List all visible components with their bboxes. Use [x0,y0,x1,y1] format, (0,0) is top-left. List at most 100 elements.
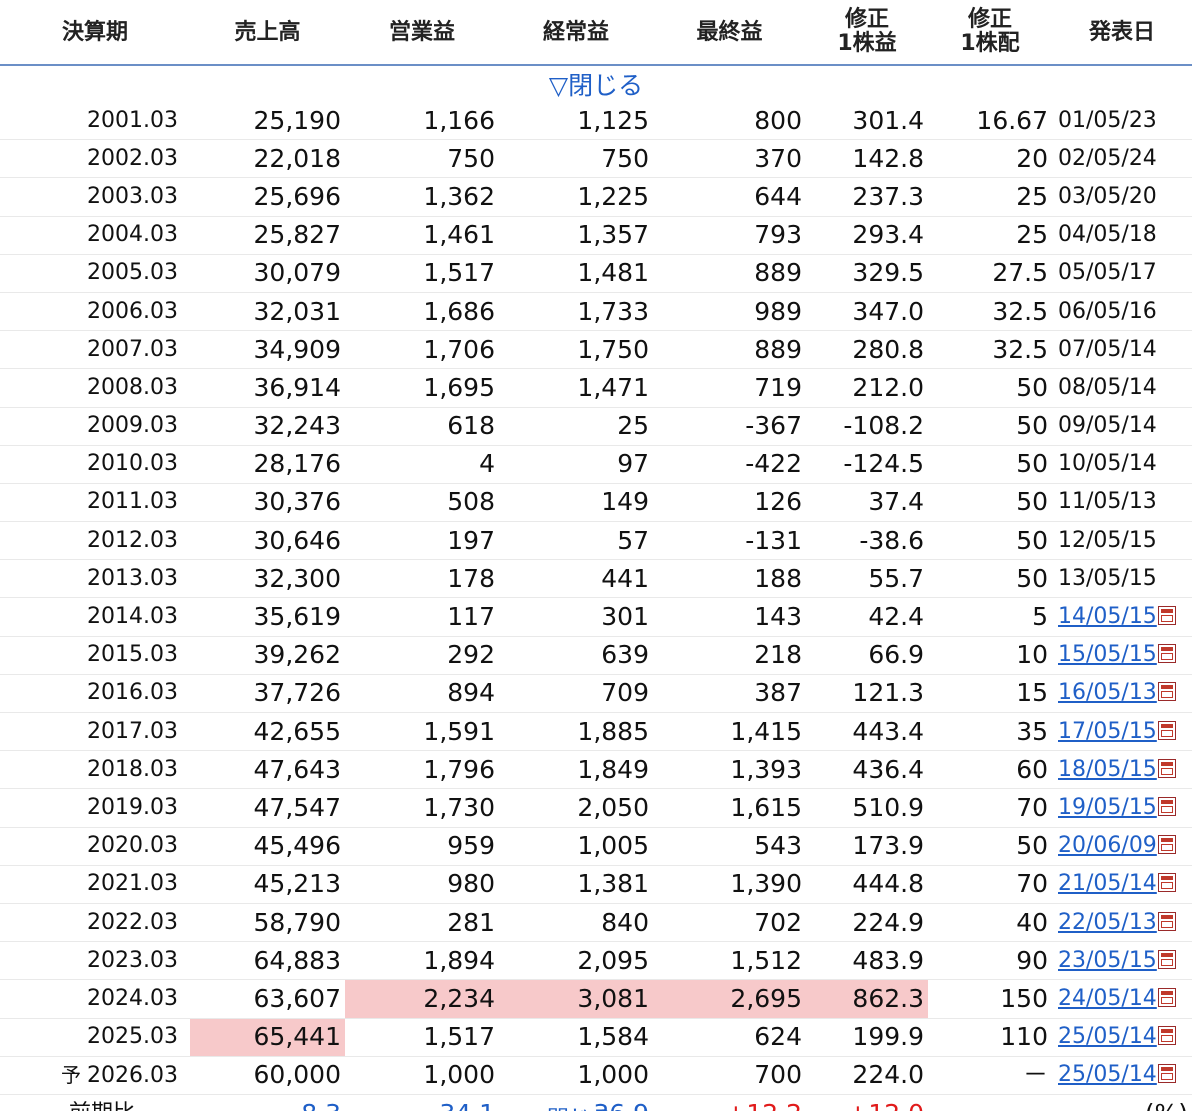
cell-net-profit: 143 [653,597,806,637]
cell-announce-date: 17/05/15 [1052,712,1192,752]
table-row: 2005.03 30,079 1,517 1,481 889 329.5 27.5 05/05… [0,254,1192,293]
cell-announce-date: 19/05/15 [1052,788,1192,828]
cell-period: 2024.03 [0,979,190,1019]
announce-date-link[interactable]: 25/05/14 [1058,1024,1157,1049]
cell-period: 2025.03 [0,1018,190,1057]
cell-eps: 347.0 [806,292,928,332]
cell-net-profit: 624 [653,1018,806,1057]
announce-date-link[interactable]: 20/06/09 [1058,833,1157,858]
period-label: 2020.03 [87,833,178,859]
cell-sales: 30,376 [190,483,345,523]
table-row: 2009.03 32,243 618 25 -367 -108.2 50 09/05/14 [0,407,1192,446]
cell-eps: 293.4 [806,216,928,255]
announce-date-text: 04/05/18 [1058,222,1157,248]
announce-date-text: 13/05/15 [1058,565,1157,591]
cell-net-profit: 702 [653,903,806,943]
cell-net-profit: 989 [653,292,806,332]
cell-ordinary-profit: 1,584 [499,1018,653,1057]
cell-announce-date: 14/05/15 [1052,597,1192,637]
pdf-icon[interactable] [1157,644,1176,664]
announce-date-link[interactable]: 22/05/13 [1058,910,1157,935]
pdf-icon[interactable] [1157,949,1176,969]
period-label: 2001.03 [87,107,178,133]
pdf-icon[interactable] [1157,911,1176,931]
cell-operating-profit: 980 [345,865,499,904]
yoy-net: +12.2 [653,1094,806,1111]
cell-operating-profit: 117 [345,597,499,637]
cell-announce-date: 04/05/18 [1052,216,1192,255]
cell-net-profit: 700 [653,1056,806,1095]
cell-sales: 37,726 [190,674,345,714]
cell-dps: 32.5 [928,292,1052,332]
cell-ordinary-profit: 750 [499,139,653,179]
announce-date-link[interactable]: 23/05/15 [1058,948,1157,973]
pdf-icon[interactable] [1157,606,1176,626]
cell-net-profit: 218 [653,636,806,675]
pdf-icon[interactable] [1157,758,1176,778]
table-row: 2022.03 58,790 281 840 702 224.9 40 22/05/13 [0,903,1192,943]
cell-eps: 483.9 [806,941,928,981]
table-row: 2023.03 64,883 1,894 2,095 1,512 483.9 90 23/05… [0,941,1192,981]
announce-date-link[interactable]: 21/05/14 [1058,871,1157,896]
pdf-icon[interactable] [1157,987,1176,1007]
table-row: 2008.03 36,914 1,695 1,471 719 212.0 50 08/05/1… [0,368,1192,408]
close-toggle-link-bottom[interactable]: ▽閉じる [530,1101,613,1111]
cell-eps: 199.9 [806,1018,928,1057]
announce-date-link[interactable]: 25/05/14 [1058,1062,1157,1087]
cell-eps: 142.8 [806,139,928,179]
table-row: 2002.03 22,018 750 750 370 142.8 20 02/05/24 [0,139,1192,179]
announce-date-link[interactable]: 17/05/15 [1058,719,1157,744]
cell-announce-date: 06/05/16 [1052,292,1192,332]
table-row: 2016.03 37,726 894 709 387 121.3 15 16/05/13 [0,674,1192,714]
cell-eps: 66.9 [806,636,928,675]
pdf-icon[interactable] [1157,835,1176,855]
announce-date-link[interactable]: 15/05/15 [1058,642,1157,667]
earnings-table: 決算期 売上高 営業益 経常益 最終益 修正 1株益 修正 1株配 発表日 ▽閉じる… [0,0,1192,1111]
announce-date-link[interactable]: 14/05/15 [1058,604,1157,629]
cell-ordinary-profit: 2,050 [499,788,653,828]
period-label: 2018.03 [87,756,178,782]
cell-ordinary-profit: 1,481 [499,254,653,293]
pdf-icon[interactable] [1157,1064,1176,1084]
cell-dps: － [928,1056,1052,1095]
announce-date-link[interactable]: 24/05/14 [1058,986,1157,1011]
announce-date-text: 07/05/14 [1058,336,1157,362]
announce-date-link[interactable]: 16/05/13 [1058,680,1157,705]
cell-sales: 30,646 [190,521,345,561]
cell-sales: 32,031 [190,292,345,332]
table-row: 2007.03 34,909 1,706 1,750 889 280.8 32.5 07/05… [0,330,1192,370]
cell-sales: 22,018 [190,139,345,179]
period-label: 2022.03 [87,909,178,935]
cell-period: 2008.03 [0,368,190,408]
cell-announce-date: 01/05/23 [1052,102,1192,141]
announce-date-link[interactable]: 19/05/15 [1058,795,1157,820]
cell-period: 2009.03 [0,407,190,446]
cell-period: 2014.03 [0,597,190,637]
pdf-icon[interactable] [1157,682,1176,702]
cell-announce-date: 20/06/09 [1052,827,1192,866]
cell-eps: 329.5 [806,254,928,293]
cell-eps: 280.8 [806,330,928,370]
cell-dps: 50 [928,827,1052,866]
header-dps-line2: 1株配 [960,31,1020,56]
cell-period: 2010.03 [0,445,190,484]
cell-period: 2004.03 [0,216,190,255]
pdf-icon[interactable] [1157,720,1176,740]
pdf-icon[interactable] [1157,796,1176,816]
table-row: 2004.03 25,827 1,461 1,357 793 293.4 25 04/05/1… [0,216,1192,255]
cell-net-profit: -422 [653,445,806,484]
announce-date-link[interactable]: 18/05/15 [1058,757,1157,782]
cell-period: 2015.03 [0,636,190,675]
cell-ordinary-profit: 1,125 [499,102,653,141]
header-eps: 修正 1株益 [806,0,928,66]
pdf-icon[interactable] [1157,1026,1176,1046]
cell-operating-profit: 1,166 [345,102,499,141]
cell-ordinary-profit: 639 [499,636,653,675]
period-label: 2003.03 [87,183,178,209]
yoy-dps-empty [928,1094,1052,1111]
cell-eps: 301.4 [806,102,928,141]
close-toggle-link[interactable]: ▽閉じる [549,71,643,100]
cell-announce-date: 09/05/14 [1052,407,1192,446]
table-header: 決算期 売上高 営業益 経常益 最終益 修正 1株益 修正 1株配 発表日 [0,0,1192,66]
pdf-icon[interactable] [1157,873,1176,893]
